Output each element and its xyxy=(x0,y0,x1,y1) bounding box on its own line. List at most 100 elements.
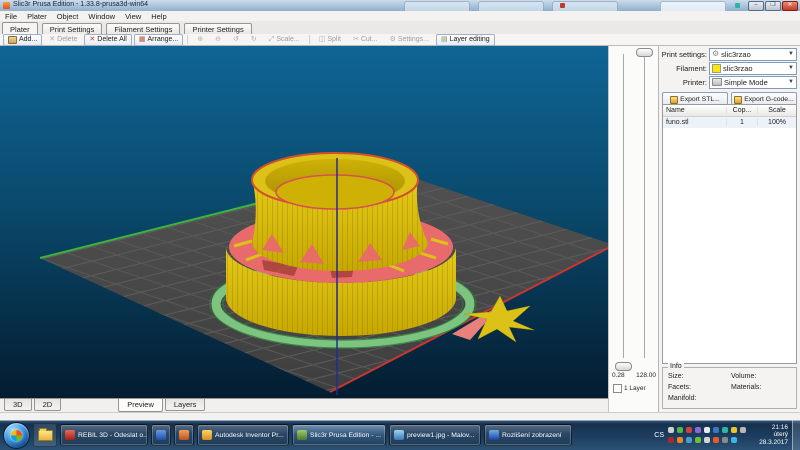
view-tab-3d[interactable]: 3D xyxy=(4,399,32,411)
tray-icon[interactable] xyxy=(722,427,728,433)
plater-sidebar: Print settings: ⚙ slic3rzao ▼ Filament: … xyxy=(658,46,800,412)
clock-time: 21:16 xyxy=(750,424,788,432)
titlebar: Slic3r Prusa Edition - 1.33.8-prusa3d-wi… xyxy=(0,0,800,11)
tray-icon[interactable] xyxy=(677,427,683,433)
view-tab-2d[interactable]: 2D xyxy=(34,399,62,411)
export-icon xyxy=(670,96,678,104)
view-tab-bar: 3D 2D Preview Layers xyxy=(0,398,608,412)
taskbar-button-rebil[interactable]: REBIL 3D - Odeslat o... xyxy=(60,424,148,446)
tray-icon[interactable] xyxy=(722,437,728,443)
minimize-button[interactable]: – xyxy=(748,1,764,11)
paint-app-icon xyxy=(394,430,404,440)
window-title: Slic3r Prusa Edition - 1.33.8-prusa3d-wi… xyxy=(13,1,148,8)
layer-slider-high-handle[interactable] xyxy=(636,48,653,57)
tray-icon[interactable] xyxy=(668,437,674,443)
fewer-copies-button[interactable]: ⊖ xyxy=(210,34,226,46)
scale-button[interactable]: ⤢Scale... xyxy=(264,34,305,46)
tray-icon[interactable] xyxy=(695,427,701,433)
start-button[interactable] xyxy=(3,422,30,449)
scale-icon: ⤢ xyxy=(269,36,275,43)
plater-toolbar: Add... ✕Delete ✕Delete All ▦Arrange... ⊕… xyxy=(0,34,800,46)
more-copies-button[interactable]: ⊕ xyxy=(192,34,208,46)
chevron-down-icon: ▼ xyxy=(788,51,794,57)
filament-swatch-icon xyxy=(712,64,721,73)
view-tab-preview[interactable]: Preview xyxy=(118,399,163,412)
tray-icon[interactable] xyxy=(686,427,692,433)
delete-button[interactable]: ✕Delete xyxy=(44,34,82,46)
printer-combo[interactable]: Simple Mode ▼ xyxy=(709,76,797,89)
layer-slider-low-track[interactable] xyxy=(623,54,624,358)
3d-scene xyxy=(0,46,608,398)
menu-window[interactable]: Window xyxy=(83,12,120,21)
layer-editing-button[interactable]: ▤Layer editing xyxy=(436,34,495,46)
settings-tab-bar: Plater Print Settings Filament Settings … xyxy=(0,21,800,34)
menu-plater[interactable]: Plater xyxy=(22,12,52,21)
taskbar-button-inventor[interactable]: Autodesk Inventor Pr... xyxy=(197,424,289,446)
taskbar-button-powerpoint[interactable] xyxy=(174,424,194,446)
show-desktop-button[interactable] xyxy=(792,420,800,450)
menu-view[interactable]: View xyxy=(120,12,146,21)
taskbar-clock[interactable]: 21:16 úterý 28.3.2017 xyxy=(750,424,788,447)
info-box: Info Size: Volume: Facets: Materials: Ma… xyxy=(662,367,797,409)
windows-taskbar: REBIL 3D - Odeslat o... Autodesk Invento… xyxy=(0,420,800,450)
background-browser-tab xyxy=(404,1,470,11)
printer-label: Printer: xyxy=(659,78,707,87)
chevron-down-icon: ▼ xyxy=(788,79,794,85)
cut-icon: ✂ xyxy=(353,36,359,43)
layer-low-value: 0.28 xyxy=(612,372,625,379)
tray-icon[interactable] xyxy=(668,427,674,433)
info-manifold-label: Manifold: xyxy=(668,395,696,402)
rotate-cw-icon: ↻ xyxy=(251,36,257,43)
tray-icon[interactable] xyxy=(686,437,692,443)
background-browser-tab xyxy=(660,1,726,11)
table-row[interactable]: funo.stl 1 100% xyxy=(663,117,796,128)
delete-all-button[interactable]: ✕Delete All xyxy=(84,34,131,46)
taskbar-button-word[interactable] xyxy=(151,424,171,446)
tray-icon[interactable] xyxy=(740,427,746,433)
main-area: 3D 2D Preview Layers 0.28 128.00 1 Layer… xyxy=(0,46,800,412)
view-tab-layers[interactable]: Layers xyxy=(165,399,206,411)
settings-button[interactable]: ⚙Settings... xyxy=(385,34,434,46)
tray-icon[interactable] xyxy=(704,437,710,443)
tray-icon[interactable] xyxy=(713,427,719,433)
rotate-cw-button[interactable]: ↻ xyxy=(246,34,262,46)
taskbar-button-slic3r[interactable]: Slic3r Prusa Edition - ... xyxy=(292,424,386,446)
tray-icon[interactable] xyxy=(713,437,719,443)
tray-icon-grid xyxy=(667,426,747,445)
export-icon xyxy=(734,96,742,104)
tray-icon[interactable] xyxy=(704,427,710,433)
tray-icon[interactable] xyxy=(731,427,737,433)
taskbar-button-display-settings[interactable]: Rozlišení zobrazení xyxy=(484,424,572,446)
menu-help[interactable]: Help xyxy=(146,12,171,21)
menu-object[interactable]: Object xyxy=(52,12,84,21)
background-browser-tab xyxy=(478,1,544,11)
explorer-taskbar-button[interactable] xyxy=(33,423,57,447)
filament-combo[interactable]: slic3rzao ▼ xyxy=(709,62,797,75)
arrange-button[interactable]: ▦Arrange... xyxy=(134,34,183,46)
print-settings-combo[interactable]: ⚙ slic3rzao ▼ xyxy=(709,48,797,61)
slic3r-app-icon xyxy=(297,430,307,440)
one-layer-checkbox[interactable] xyxy=(613,384,622,393)
layer-slider-low-handle[interactable] xyxy=(615,362,632,371)
rotate-ccw-button[interactable]: ↺ xyxy=(228,34,244,46)
favicon-dot xyxy=(560,3,565,8)
taskbar-button-paint[interactable]: preview1.jpg - Malov... xyxy=(389,424,481,446)
tray-icon[interactable] xyxy=(677,437,683,443)
menu-file[interactable]: File xyxy=(0,12,22,21)
layer-slider-high-track[interactable] xyxy=(644,54,645,358)
info-materials-label: Materials: xyxy=(731,384,761,391)
clock-day: úterý xyxy=(750,431,788,439)
cut-button[interactable]: ✂Cut... xyxy=(348,34,383,46)
gear-icon: ⚙ xyxy=(390,36,396,43)
add-button[interactable]: Add... xyxy=(3,34,42,46)
language-indicator[interactable]: CS xyxy=(654,432,664,439)
inventor-app-icon xyxy=(202,430,212,440)
tray-icon[interactable] xyxy=(731,437,737,443)
close-button[interactable]: ✕ xyxy=(782,1,798,11)
split-button[interactable]: ◫Split xyxy=(314,34,346,46)
3d-viewport[interactable] xyxy=(0,46,608,398)
minus-icon: ⊖ xyxy=(215,36,221,43)
restore-button[interactable]: ❐ xyxy=(765,1,781,11)
tray-icon[interactable] xyxy=(695,437,701,443)
info-size-label: Size: xyxy=(668,373,684,380)
